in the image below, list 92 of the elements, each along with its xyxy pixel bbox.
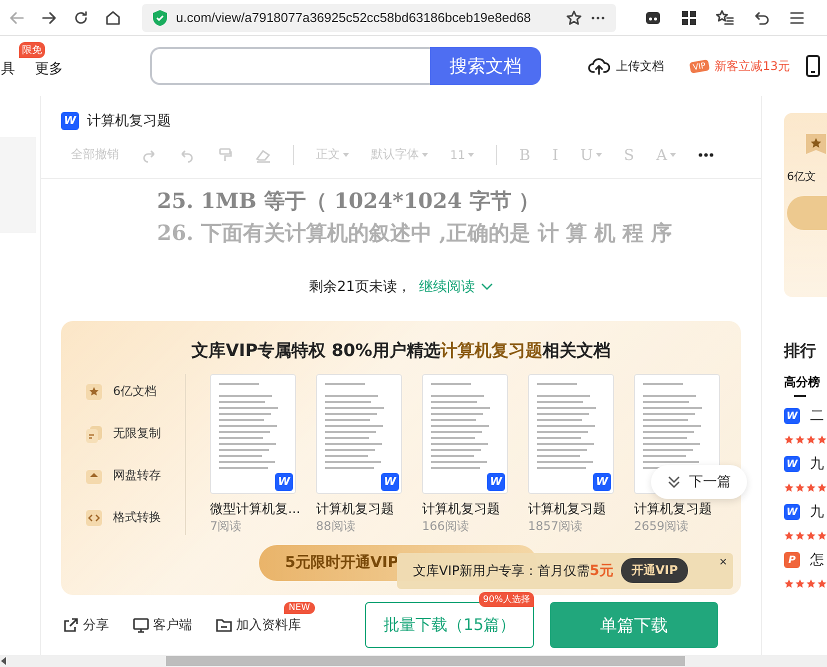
offer-text: 文库VIP新用户专享：首月仅需5元 — [413, 562, 614, 580]
read-count: 88阅读 — [316, 518, 356, 535]
document-title: 计算机复习题 — [87, 112, 171, 130]
document-text-line: 26. 下面有关计算机的叙述中 ,正确的是 计 算 机 程 序 — [157, 218, 674, 247]
read-count: 166阅读 — [422, 518, 470, 535]
desktop-icon — [133, 617, 149, 634]
phone-icon[interactable] — [806, 55, 820, 77]
word-document-badge: W — [381, 472, 399, 491]
read-count: 1857阅读 — [528, 518, 584, 535]
star-icon — [784, 482, 794, 494]
star-icon — [784, 434, 794, 446]
star-icon[interactable] — [566, 10, 582, 26]
scrollbar-thumb[interactable] — [166, 656, 685, 666]
vip-panel-title: 文库VIP专属特权 80%用户精选计算机复习题相关文档 — [190, 340, 612, 362]
document-title-link[interactable]: 计算机复习题 — [528, 500, 614, 518]
scroll-left-icon[interactable] — [0, 657, 8, 665]
read-count: 2659阅读 — [634, 518, 690, 535]
remaining-pages-text: 剩余21页未读， — [309, 278, 411, 296]
read-count: 7阅读 — [210, 518, 243, 535]
feature-label: 格式转换 — [113, 509, 161, 526]
document-title-link[interactable]: 计算机复习题 — [634, 500, 720, 518]
search-field[interactable] — [150, 47, 430, 85]
ranking-title: 排行 — [784, 341, 817, 362]
word-document-badge: W — [487, 472, 505, 491]
document-title-link[interactable]: 计算机复习题 — [422, 500, 508, 518]
ranking-item-title[interactable]: 怎 — [810, 551, 824, 569]
feature-label: 网盘转存 — [113, 467, 161, 484]
promo-card-text: 6亿文 — [787, 169, 817, 184]
caret-icon — [343, 152, 349, 157]
search-button[interactable]: 搜索文档 — [430, 47, 541, 85]
star-icon — [784, 578, 794, 590]
new-badge: NEW — [284, 602, 315, 614]
action-link[interactable]: 加入资料库 — [216, 616, 301, 634]
word-document-badge: W — [275, 472, 293, 491]
ranking-item-title[interactable]: 九 — [810, 503, 824, 521]
document-title-link[interactable]: 计算机复习题 — [316, 500, 402, 518]
url-text: u.com/view/a7918077a36925c52cc58bd63186bceb19e8ed68 — [176, 10, 532, 25]
star-icon — [817, 434, 827, 446]
next-document-popup[interactable]: 下一篇 — [651, 464, 747, 499]
reload-icon[interactable] — [72, 8, 90, 26]
star-icon — [795, 434, 805, 446]
share-icon — [63, 617, 79, 634]
star-icon — [806, 578, 816, 590]
star-icon — [795, 530, 805, 542]
word-document-badge: W — [61, 112, 79, 130]
document-text-line: 25. 1MB 等于（ 1024*1024 字节 ） — [157, 186, 541, 215]
document-thumbnail[interactable]: W — [316, 374, 402, 494]
apps-grid-icon[interactable] — [680, 8, 698, 26]
chevron-down-icon — [480, 282, 493, 291]
shield-icon — [152, 8, 168, 26]
star-ribbon-icon — [805, 133, 827, 155]
document-thumbnail[interactable]: W — [422, 374, 508, 494]
caret-icon — [468, 152, 474, 157]
favorites-icon[interactable] — [716, 8, 734, 26]
ranking-tab[interactable]: 高分榜 — [784, 374, 820, 395]
action-link[interactable]: 分享 — [63, 616, 109, 634]
caret-icon — [422, 152, 428, 157]
open-vip-button[interactable]: 开通VIP — [621, 558, 688, 584]
feature-label: 6亿文档 — [113, 383, 157, 400]
action-link[interactable]: 客户端 — [133, 616, 192, 634]
home-icon[interactable] — [104, 8, 122, 26]
address-bar[interactable]: u.com/view/a7918077a36925c52cc58bd63186bceb19e8ed68 — [142, 4, 616, 32]
star-icon — [806, 434, 816, 446]
free-badge: 限免 — [19, 42, 45, 58]
presentation-document-badge: P — [784, 552, 800, 568]
cloud-upload-icon[interactable] — [588, 56, 610, 76]
star-icon — [795, 482, 805, 494]
document-thumbnail[interactable]: W — [528, 374, 614, 494]
double-chevron-down-icon — [667, 474, 681, 489]
close-button[interactable]: × — [719, 554, 727, 568]
ranking-item-title[interactable]: 二 — [810, 407, 824, 425]
star-icon — [784, 530, 794, 542]
word-document-badge: W — [784, 408, 800, 424]
document-thumbnail[interactable]: W — [210, 374, 296, 494]
star-icon — [806, 530, 816, 542]
word-document-badge: W — [593, 472, 611, 491]
ranking-item-title[interactable]: 九 — [810, 455, 824, 473]
star-icon — [817, 530, 827, 542]
nav-link[interactable]: 具 — [1, 54, 15, 78]
folder-icon — [216, 617, 232, 634]
star-icon — [817, 578, 827, 590]
copy-icon — [85, 424, 103, 443]
vip-tag: VIP — [689, 58, 710, 74]
upload-link[interactable]: 上传文档 — [616, 58, 664, 74]
popular-badge: 90%人选择 — [478, 592, 534, 608]
star-icon — [817, 482, 827, 494]
star-icon — [806, 482, 816, 494]
feature-label: 无限复制 — [113, 425, 161, 442]
word-document-badge: W — [784, 504, 800, 520]
word-document-badge: W — [784, 456, 800, 472]
code-icon — [85, 508, 103, 527]
star-icon — [795, 578, 805, 590]
